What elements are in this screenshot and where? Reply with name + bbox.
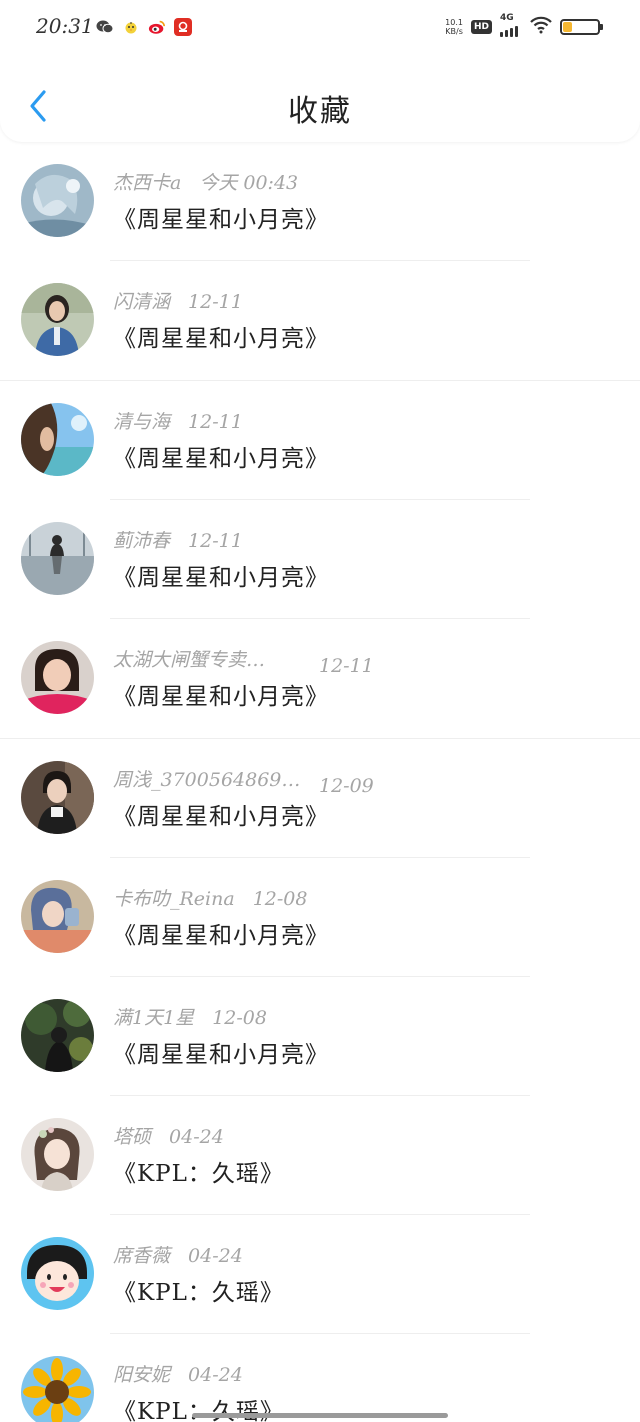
item-title: 《周星星和小月亮》	[113, 1042, 329, 1068]
list-item[interactable]: 卡布叻_Reina 12-08 《周星星和小月亮》	[0, 858, 640, 977]
item-meta: 卡布叻_Reina 12-08	[113, 884, 307, 912]
list-item[interactable]: 塔硕 04-24 《KPL：久瑶》	[0, 1096, 640, 1215]
item-date: 04-24	[188, 1364, 243, 1386]
item-title: 《KPL：久瑶》	[113, 1280, 284, 1306]
battery-level	[563, 22, 572, 32]
signal-icon: 4G	[500, 13, 522, 37]
list-item[interactable]: 杰西卡a 今天 00:43 《周星星和小月亮》	[0, 142, 640, 261]
page-title: 收藏	[288, 94, 352, 129]
wechat-icon	[96, 18, 114, 36]
list-item[interactable]: 蓟沛春 12-11 《周星星和小月亮》	[0, 500, 640, 619]
list-item[interactable]: 清与海 12-11 《周星星和小月亮》	[0, 381, 640, 500]
home-indicator[interactable]	[192, 1413, 448, 1418]
user-name: 满1天1星	[113, 1007, 195, 1029]
item-meta: 塔硕 04-24	[113, 1122, 224, 1150]
favorites-screen: 20:31 10.1 KB/s HD 4G 收藏 杰西卡a 今天 00:43 《…	[0, 0, 640, 1422]
hd-badge: HD	[470, 20, 492, 34]
net-speed-value: 10.1	[445, 18, 463, 27]
avatar[interactable]	[21, 522, 94, 595]
chick-icon	[122, 18, 140, 36]
item-meta: 席香薇 04-24	[113, 1241, 243, 1269]
weibo-icon	[148, 18, 166, 36]
user-name: 清与海	[113, 411, 171, 433]
avatar[interactable]	[21, 283, 94, 356]
net-speed-unit: KB/s	[445, 27, 463, 36]
item-meta: 周浅_3700564869… 12-09	[113, 765, 374, 797]
item-date: 12-08	[212, 1007, 267, 1029]
item-meta: 阳安妮 04-24	[113, 1360, 243, 1388]
user-name: 太湖大闸蟹专卖…	[113, 649, 266, 671]
list-group: 杰西卡a 今天 00:43 《周星星和小月亮》 闪清涵 12-11 《周星星和小…	[0, 142, 640, 381]
list-group: 周浅_3700564869… 12-09 《周星星和小月亮》 卡布叻_Reina…	[0, 739, 640, 1422]
list-item[interactable]: 闪清涵 12-11 《周星星和小月亮》	[0, 261, 640, 380]
avatar[interactable]	[21, 641, 94, 714]
user-name: 杰西卡a	[113, 172, 182, 194]
header-card: 20:31 10.1 KB/s HD 4G 收藏	[0, 0, 640, 142]
user-name: 闪清涵	[113, 291, 171, 313]
status-bar: 20:31 10.1 KB/s HD 4G	[0, 0, 640, 58]
item-title: 《周星星和小月亮》	[113, 326, 329, 352]
item-date: 04-24	[169, 1126, 224, 1148]
item-date: 今天 00:43	[199, 172, 299, 194]
avatar[interactable]	[21, 880, 94, 953]
item-meta: 蓟沛春 12-11	[113, 526, 243, 554]
list-item[interactable]: 席香薇 04-24 《KPL：久瑶》	[0, 1215, 640, 1334]
avatar[interactable]	[21, 1118, 94, 1191]
item-title: 《周星星和小月亮》	[113, 207, 329, 233]
avatar[interactable]	[21, 403, 94, 476]
item-meta: 杰西卡a 今天 00:43	[113, 168, 298, 196]
list-item[interactable]: 周浅_3700564869… 12-09 《周星星和小月亮》	[0, 739, 640, 858]
battery-icon	[560, 19, 603, 35]
item-date: 12-11	[188, 291, 243, 313]
nav-bar: 收藏	[0, 68, 640, 138]
network-type: 4G	[500, 13, 514, 23]
item-meta: 满1天1星 12-08	[113, 1003, 267, 1031]
item-meta: 清与海 12-11	[113, 407, 243, 435]
item-date: 12-09	[319, 775, 374, 797]
user-name: 卡布叻_Reina	[113, 888, 235, 910]
avatar[interactable]	[21, 164, 94, 237]
item-date: 12-08	[252, 888, 308, 910]
list-item[interactable]: 太湖大闸蟹专卖… 12-11 《周星星和小月亮》	[0, 619, 640, 738]
avatar[interactable]	[21, 1237, 94, 1310]
list-item[interactable]: 阳安妮 04-24 《KPL：久瑶》	[0, 1334, 640, 1422]
item-title: 《周星星和小月亮》	[113, 565, 329, 591]
favorites-list: 杰西卡a 今天 00:43 《周星星和小月亮》 闪清涵 12-11 《周星星和小…	[0, 142, 640, 1422]
list-group: 清与海 12-11 《周星星和小月亮》 蓟沛春 12-11 《周星星和小月亮》 …	[0, 381, 640, 739]
user-name: 塔硕	[113, 1126, 152, 1148]
user-name: 席香薇	[113, 1245, 171, 1267]
item-title: 《周星星和小月亮》	[113, 804, 329, 830]
pinduoduo-icon	[174, 18, 192, 36]
item-meta: 闪清涵 12-11	[113, 287, 243, 315]
item-date: 12-11	[188, 411, 243, 433]
avatar[interactable]	[21, 1356, 94, 1422]
list-item[interactable]: 满1天1星 12-08 《周星星和小月亮》	[0, 977, 640, 1096]
item-title: 《周星星和小月亮》	[113, 923, 329, 949]
user-name: 周浅_3700564869…	[113, 769, 301, 791]
notification-icons	[96, 18, 192, 36]
item-title: 《周星星和小月亮》	[113, 446, 329, 472]
status-time: 20:31	[36, 14, 94, 38]
wifi-icon	[530, 16, 552, 38]
status-indicators: 10.1 KB/s HD 4G	[445, 13, 603, 38]
item-title: 《周星星和小月亮》	[113, 684, 329, 710]
user-name: 蓟沛春	[113, 530, 171, 552]
item-date: 12-11	[319, 655, 374, 677]
net-speed: 10.1 KB/s	[445, 18, 463, 36]
user-name: 阳安妮	[113, 1364, 171, 1386]
item-meta: 太湖大闸蟹专卖… 12-11	[113, 645, 374, 677]
avatar[interactable]	[21, 999, 94, 1072]
item-title: 《KPL：久瑶》	[113, 1161, 284, 1187]
item-date: 12-11	[188, 530, 243, 552]
avatar[interactable]	[21, 761, 94, 834]
item-date: 04-24	[188, 1245, 243, 1267]
